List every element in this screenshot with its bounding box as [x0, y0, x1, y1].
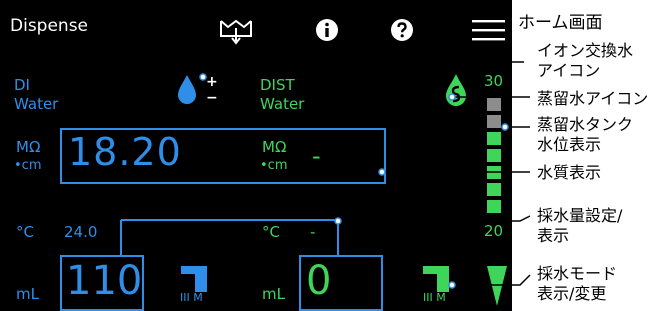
- callout-ion-icon-line1: イオン交換水: [537, 41, 634, 60]
- callout-ion-icon-line2: アイコン: [537, 61, 601, 80]
- volume-bracket-lines: [120, 219, 339, 256]
- callout-quality: 水質表示: [537, 163, 602, 182]
- callout-tank-line2: 水位表示: [537, 135, 602, 154]
- callout-home-screen: ホーム画面: [518, 13, 603, 33]
- callout-tank-line1: 蒸留水タンク: [537, 115, 634, 134]
- callout-dist-icon: 蒸留水アイコン: [537, 89, 649, 108]
- callout-mode-line2: 表示/変更: [537, 284, 607, 303]
- dispense-screen: Dispense DI Water + − MΩ •cm 18.20 °C 24…: [0, 0, 512, 311]
- callout-volume-line1: 採水量設定/: [537, 206, 623, 225]
- callout-mode-line1: 採水モード: [537, 264, 618, 283]
- callout-volume-line2: 表示: [537, 226, 570, 245]
